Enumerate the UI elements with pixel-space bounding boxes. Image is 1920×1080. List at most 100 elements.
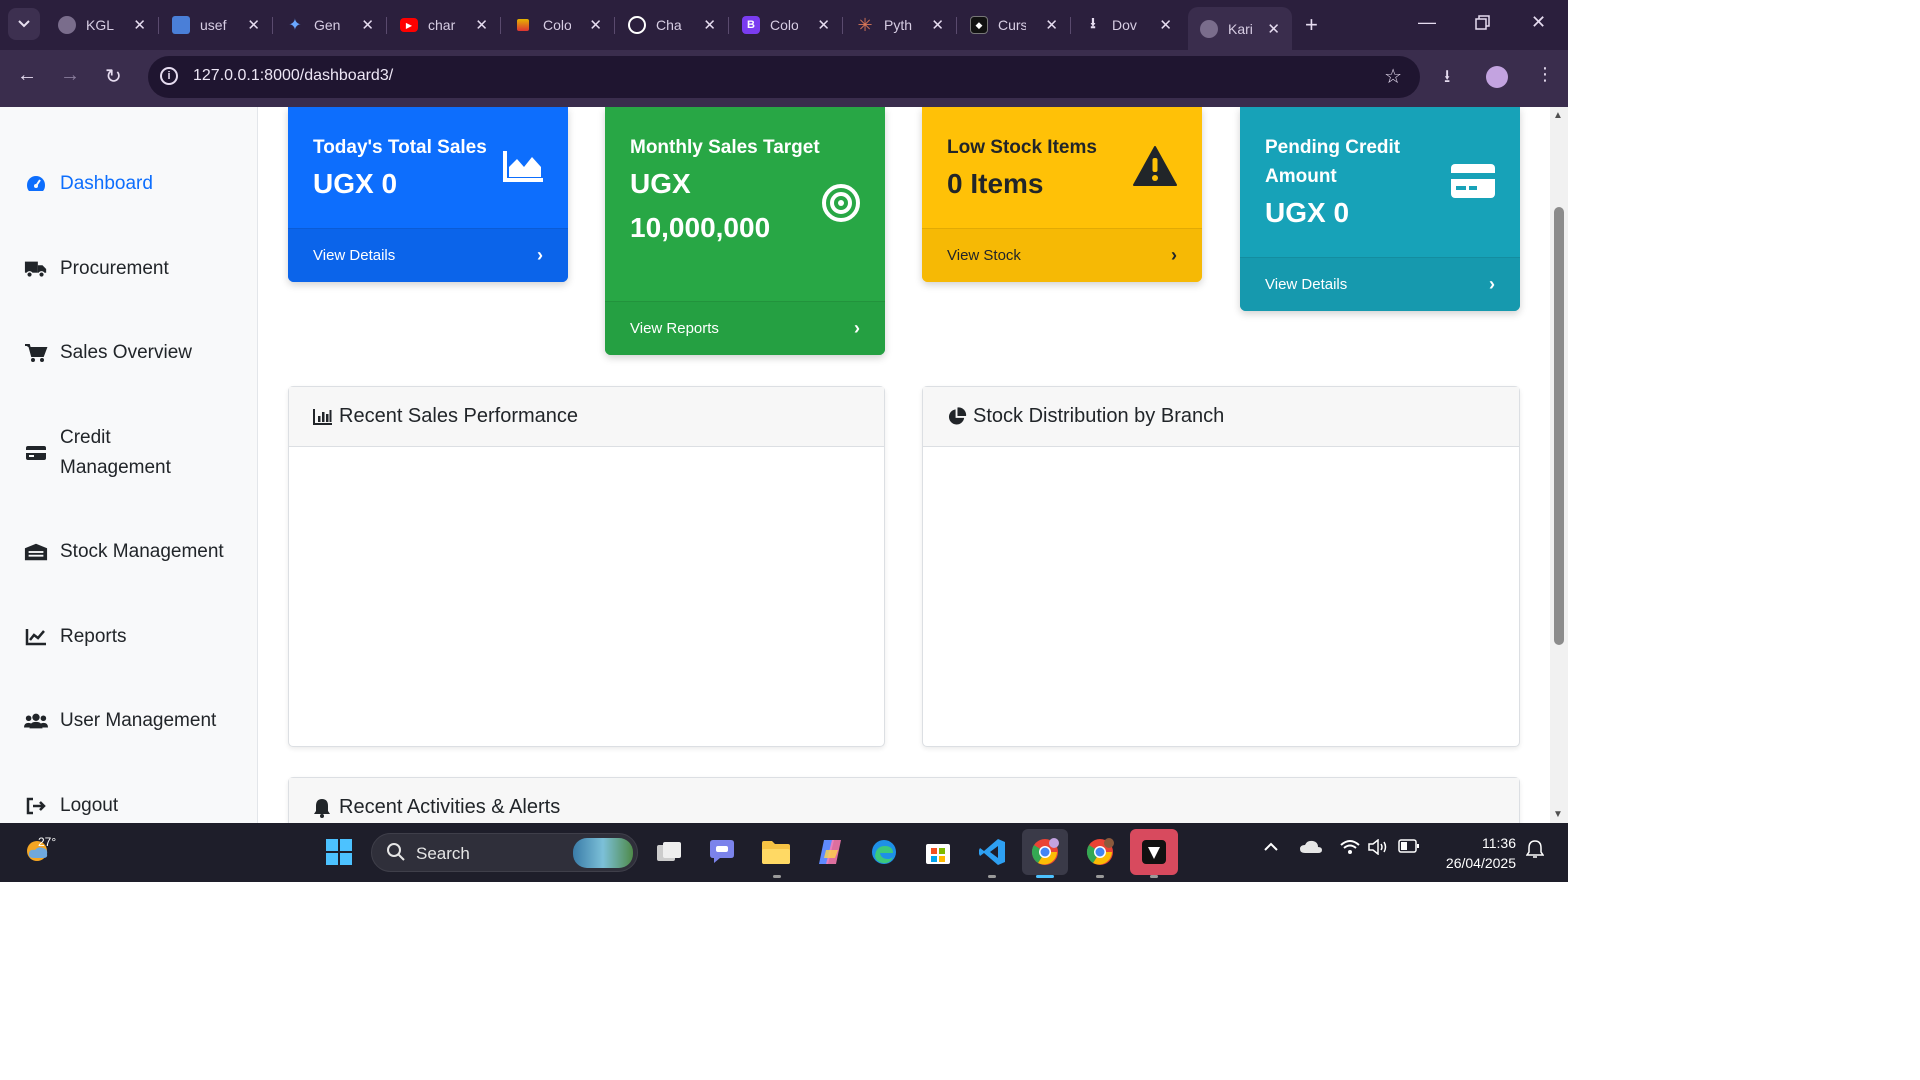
close-icon[interactable]: ✕ — [1045, 16, 1058, 34]
close-icon[interactable]: ✕ — [703, 16, 716, 34]
tab-search-button[interactable] — [8, 8, 40, 40]
url-text[interactable]: 127.0.0.1:8000/dashboard3/ — [193, 67, 393, 85]
new-tab-button[interactable]: + — [1305, 12, 1318, 38]
browser-tab[interactable]: ◆ Curs ✕ — [958, 7, 1071, 43]
card-link-label: View Stock — [947, 247, 1021, 264]
forward-arrow-icon[interactable]: → — [60, 64, 80, 87]
chrome-profile-2-icon[interactable] — [1083, 835, 1117, 869]
line-chart-icon — [24, 626, 48, 648]
site-info-icon[interactable]: i — [160, 67, 178, 85]
file-explorer-icon[interactable] — [759, 835, 793, 869]
view-stock-link[interactable]: View Stock › — [922, 228, 1202, 282]
browser-tab[interactable]: usef ✕ — [160, 7, 273, 43]
warehouse-icon — [24, 541, 48, 563]
browser-tab[interactable]: ✳ Pyth ✕ — [844, 7, 957, 43]
onedrive-cloud-icon[interactable] — [1299, 839, 1323, 858]
close-icon[interactable]: ✕ — [1159, 16, 1172, 34]
minimize-icon[interactable]: — — [1418, 12, 1436, 33]
total-sales-card: Today's Total Sales UGX 0 View Details › — [288, 107, 568, 282]
windows-taskbar: 27° Search 11:36 26/04/2025 — [0, 823, 1568, 882]
pie-chart-icon — [947, 407, 967, 427]
sidebar-item-dashboard[interactable]: Dashboard — [24, 169, 153, 199]
microsoft-store-icon[interactable] — [921, 835, 955, 869]
sidebar-item-sales-overview[interactable]: Sales Overview — [24, 338, 192, 368]
area-chart-icon — [502, 149, 544, 188]
card-value: UGX 10,000,000 — [630, 168, 771, 243]
browser-tab[interactable]: ✦ Gen ✕ — [274, 7, 387, 43]
close-icon[interactable]: ✕ — [133, 16, 146, 34]
close-window-icon[interactable]: ✕ — [1531, 12, 1546, 33]
close-icon[interactable]: ✕ — [817, 16, 830, 34]
sidebar-item-credit-management[interactable]: Credit Management — [24, 423, 200, 483]
battery-icon[interactable] — [1398, 839, 1420, 856]
tab-title: KGL — [86, 17, 114, 33]
scroll-down-arrow-icon[interactable]: ▼ — [1553, 809, 1563, 820]
search-placeholder: Search — [416, 844, 470, 863]
chrome-profile-1-icon[interactable] — [1022, 829, 1068, 875]
task-view-icon[interactable] — [652, 835, 686, 869]
browser-tab[interactable]: Colo ✕ — [502, 7, 615, 43]
scroll-up-arrow-icon[interactable]: ▲ — [1553, 110, 1563, 121]
view-details-link[interactable]: View Details › — [1240, 257, 1520, 311]
address-bar[interactable]: i 127.0.0.1:8000/dashboard3/ ☆ — [148, 56, 1420, 98]
browser-tab-active[interactable]: Kari ✕ — [1188, 7, 1292, 50]
close-icon[interactable]: ✕ — [589, 16, 602, 34]
card-title: Pending Credit Amount — [1265, 137, 1401, 187]
copilot-icon[interactable] — [813, 835, 847, 869]
sidebar-item-user-management[interactable]: User Management — [24, 706, 216, 736]
volume-icon[interactable] — [1368, 838, 1388, 858]
view-reports-link[interactable]: View Reports › — [605, 301, 885, 355]
browser-toolbar: ← → ↻ i 127.0.0.1:8000/dashboard3/ ☆ ⭳ ⋮ — [0, 50, 1568, 107]
notification-bell-icon[interactable] — [1525, 839, 1545, 862]
sparkle-icon: ✦ — [288, 17, 302, 34]
chatgpt-icon — [628, 16, 646, 34]
profile-avatar[interactable] — [1486, 66, 1508, 88]
teams-chat-icon[interactable] — [705, 835, 739, 869]
browser-tab[interactable]: ⭳ Dov ✕ — [1072, 7, 1184, 43]
bootstrap-icon: B — [742, 16, 760, 34]
browser-tab[interactable]: Cha ✕ — [616, 7, 729, 43]
back-arrow-icon[interactable]: ← — [17, 64, 37, 87]
wifi-icon[interactable] — [1340, 839, 1360, 858]
windows-start-icon[interactable] — [322, 835, 356, 869]
sidebar-item-label: Stock Management — [60, 541, 224, 562]
browser-tab[interactable]: B Colo ✕ — [730, 7, 843, 43]
restore-icon[interactable] — [1475, 14, 1490, 35]
view-details-link[interactable]: View Details › — [288, 228, 568, 282]
tab-title: Kari — [1228, 20, 1253, 37]
close-icon[interactable]: ✕ — [931, 16, 944, 34]
sidebar-item-reports[interactable]: Reports — [24, 622, 127, 652]
close-icon[interactable]: ✕ — [247, 16, 260, 34]
tray-chevron-up-icon[interactable] — [1264, 839, 1278, 855]
running-indicator — [988, 875, 996, 878]
globe-icon — [58, 16, 76, 34]
card-link-label: View Details — [313, 247, 396, 264]
chevron-right-icon: › — [854, 318, 860, 338]
chevron-right-icon: › — [1489, 274, 1495, 294]
reload-icon[interactable]: ↻ — [105, 64, 122, 89]
page-scrollbar[interactable]: ▲ ▼ — [1550, 107, 1568, 823]
taskbar-search-box[interactable]: Search — [371, 833, 638, 872]
running-indicator — [773, 875, 781, 878]
panel-title: Stock Distribution by Branch — [973, 405, 1225, 427]
close-icon[interactable]: ✕ — [361, 16, 374, 34]
close-icon[interactable]: ✕ — [1267, 20, 1280, 38]
edge-browser-icon[interactable] — [867, 835, 901, 869]
main-content: Today's Total Sales UGX 0 View Details ›… — [258, 107, 1550, 823]
scrollbar-thumb[interactable] — [1554, 207, 1564, 645]
cart-icon — [24, 342, 48, 364]
system-clock[interactable]: 11:36 26/04/2025 — [1436, 833, 1516, 873]
sidebar-item-procurement[interactable]: Procurement — [24, 254, 169, 284]
menu-kebab-icon[interactable]: ⋮ — [1536, 64, 1554, 85]
close-icon[interactable]: ✕ — [475, 16, 488, 34]
browser-tab[interactable]: KGL ✕ — [46, 7, 159, 43]
vscode-icon[interactable] — [975, 835, 1009, 869]
sidebar-item-logout[interactable]: Logout — [24, 791, 118, 821]
web-page: Dashboard Procurement Sales Overview Cre… — [0, 107, 1550, 823]
bookmark-star-icon[interactable]: ☆ — [1384, 64, 1402, 89]
browser-tab[interactable]: ▶ char ✕ — [388, 7, 501, 43]
sidebar-item-stock-management[interactable]: Stock Management — [24, 537, 224, 567]
sidebar-item-label: User Management — [60, 710, 217, 731]
cursor-app-icon[interactable] — [1130, 829, 1178, 875]
downloads-icon[interactable]: ⭳ — [1444, 64, 1450, 94]
